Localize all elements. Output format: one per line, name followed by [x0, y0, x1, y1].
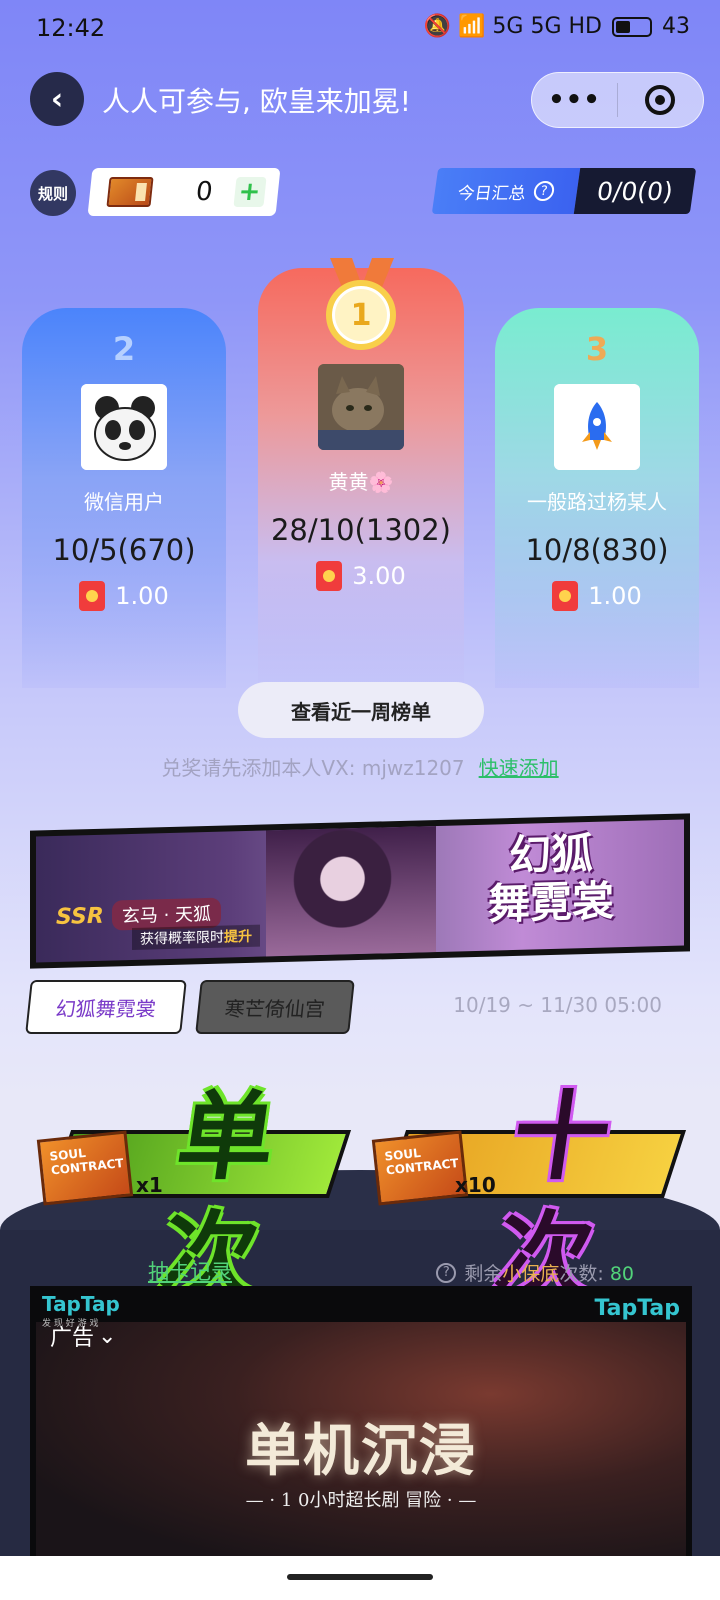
- today-summary-label-box: 今日汇总 ?: [431, 168, 581, 214]
- contact-text: 兑奖请先添加本人VX: mjwz1207: [161, 756, 465, 780]
- status-indicators: 🔕 📶 5G 5G HD: [423, 14, 602, 39]
- banner-sub-prefix: 获得概率限时: [140, 929, 224, 948]
- banner-title-line1: 幻狐: [508, 828, 593, 881]
- battery-level: 43: [662, 14, 690, 39]
- add-ticket-button[interactable]: +: [232, 177, 267, 207]
- pool-banner[interactable]: SSR 玄马 · 天狐 获得概率限时提升 幻狐 舞霓裳: [30, 813, 690, 969]
- ad-subline: — · 1 0小时超长剧 冒险 · —: [245, 1490, 477, 1511]
- red-packet-icon: [79, 581, 106, 611]
- player-name: 黄黄🌸: [328, 470, 394, 494]
- ad-label-dropdown[interactable]: 广告 ⌄: [50, 1320, 116, 1352]
- ad-headline: 单机沉浸: [245, 1418, 477, 1484]
- podium-third: 3 一般路过杨某人 10/8(830) 1.00: [495, 308, 699, 688]
- prize-amount: 1.00: [588, 582, 642, 610]
- player-name: 一般路过杨某人: [527, 490, 667, 514]
- player-score: 28/10(1302): [270, 513, 451, 547]
- banner-art: SSR 玄马 · 天狐 获得概率限时提升 幻狐 舞霓裳: [36, 819, 684, 963]
- ad-label: 广告: [50, 1326, 95, 1351]
- quick-add-link[interactable]: 快速添加: [479, 756, 559, 780]
- ssr-label: SSR: [56, 903, 104, 930]
- contact-line: 兑奖请先添加本人VX: mjwz1207 快速添加: [0, 752, 720, 781]
- podium-second: 2 微信用户 10/5(670) 1.00: [22, 308, 226, 688]
- advertisement[interactable]: TapTap 发 现 好 游 戏 TapTap 广告 ⌄ 单机沉浸 — · 1 …: [30, 1286, 692, 1556]
- today-summary-label: 今日汇总: [456, 183, 528, 204]
- close-mini-program-button[interactable]: [618, 85, 703, 115]
- banner-character-image: [266, 826, 436, 957]
- prize-amount: 3.00: [352, 562, 406, 590]
- soul-contract-ticket-icon: SOUL CONTRACT: [371, 1130, 469, 1206]
- gold-medal-icon: 1: [326, 280, 396, 350]
- avatar[interactable]: [318, 364, 404, 450]
- today-summary-value: 0/0(0): [573, 168, 697, 214]
- tab-pool-huanhu[interactable]: 幻狐舞霓裳: [25, 980, 187, 1034]
- tab-pool-hanmang[interactable]: 寒芒倚仙宫: [195, 980, 355, 1034]
- battery-icon: [612, 16, 652, 37]
- player-score: 10/8(830): [525, 533, 669, 567]
- draw-multiplier: x1: [136, 1173, 163, 1197]
- target-circle-icon: [645, 85, 676, 115]
- player-name: 微信用户: [84, 490, 164, 514]
- remaining-prefix: 剩余: [464, 1263, 503, 1285]
- chevron-left-icon: ‹: [50, 81, 64, 117]
- rank-number: 2: [112, 330, 136, 368]
- player-score: 10/5(670): [52, 533, 196, 567]
- draw-ten-button[interactable]: SOUL CONTRACT x10 十次: [371, 1081, 687, 1313]
- draw-multiplier: x10: [455, 1173, 496, 1197]
- draw-records-link[interactable]: 抽卡记录: [148, 1256, 232, 1286]
- red-packet-icon: [552, 581, 579, 611]
- remaining-highlight: 小保底: [502, 1263, 560, 1285]
- draw-single-button[interactable]: SOUL CONTRACT x1 单次: [36, 1081, 352, 1313]
- mini-program-capsule: •••: [531, 72, 704, 128]
- home-indicator[interactable]: [287, 1574, 433, 1580]
- back-button[interactable]: ‹: [30, 72, 84, 126]
- rocket-avatar-icon: [554, 384, 640, 470]
- player-prize: 3.00: [258, 561, 464, 591]
- ticket-icon: [106, 177, 154, 207]
- player-prize: 1.00: [495, 581, 699, 611]
- remaining-count: 80: [609, 1263, 634, 1285]
- page-title: 人人可参与, 欧皇来加冕!: [102, 85, 412, 118]
- more-dots-icon[interactable]: •••: [532, 85, 617, 115]
- remaining-pity-count: ? 剩余小保底次数: 80: [436, 1259, 634, 1286]
- player-prize: 1.00: [22, 581, 226, 611]
- banner-title: 幻狐 舞霓裳: [487, 828, 614, 929]
- banner-sub-highlight: 提升: [224, 928, 252, 946]
- cat-avatar-icon: [318, 364, 404, 450]
- help-icon[interactable]: ?: [436, 1262, 457, 1283]
- chevron-down-icon: ⌄: [98, 1323, 117, 1349]
- help-icon[interactable]: ?: [532, 181, 556, 201]
- ticket-balance: 0 +: [87, 168, 281, 216]
- soul-contract-ticket-icon: SOUL CONTRACT: [36, 1130, 134, 1206]
- status-icons: 🔕 📶 5G 5G HD 43: [424, 14, 690, 39]
- taptap-logo-right: TapTap: [594, 1296, 680, 1321]
- rank-number: 3: [585, 330, 609, 368]
- red-packet-icon: [316, 561, 343, 591]
- avatar[interactable]: [554, 384, 640, 470]
- banner-subtitle: 获得概率限时提升: [132, 924, 260, 950]
- panda-avatar-icon: [81, 384, 167, 470]
- banner-title-line2: 舞霓裳: [487, 876, 614, 929]
- ticket-count: 0: [194, 177, 215, 207]
- remaining-suffix: 次数:: [559, 1263, 610, 1285]
- prize-amount: 1.00: [115, 582, 169, 610]
- today-summary[interactable]: 今日汇总 ? 0/0(0): [431, 168, 697, 214]
- taptap-logo: TapTap: [42, 1292, 120, 1316]
- rules-button[interactable]: 规则: [30, 170, 76, 216]
- avatar[interactable]: [81, 384, 167, 470]
- pool-time-range: 10/19 ~ 11/30 05:00: [453, 993, 662, 1017]
- status-time: 12:42: [36, 14, 106, 42]
- weekly-leaderboard-button[interactable]: 查看近一周榜单: [238, 682, 484, 738]
